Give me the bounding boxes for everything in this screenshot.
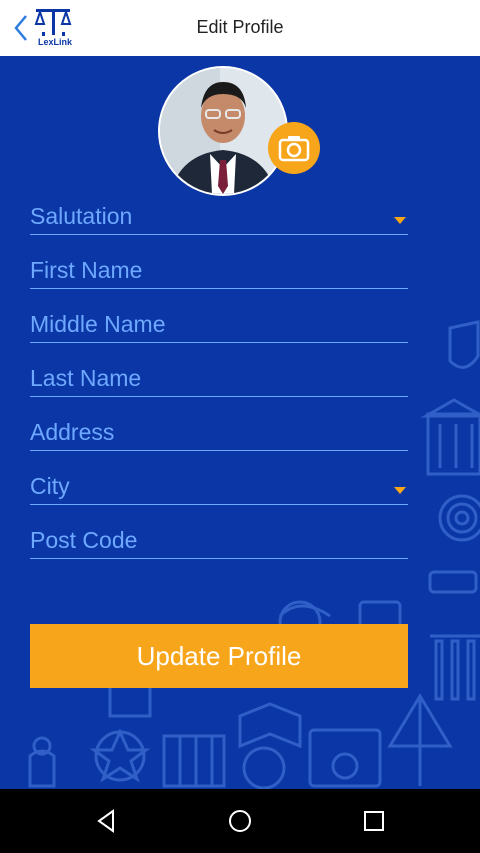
middle-name-placeholder: Middle Name	[30, 311, 166, 337]
middle-name-field[interactable]: Middle Name	[30, 306, 408, 343]
nav-back-icon[interactable]	[95, 809, 119, 833]
dropdown-caret-icon	[394, 487, 406, 494]
first-name-placeholder: First Name	[30, 257, 143, 283]
nav-home-icon[interactable]	[228, 809, 252, 833]
camera-icon	[278, 136, 310, 162]
last-name-placeholder: Last Name	[30, 365, 142, 391]
system-navigation-bar	[0, 789, 480, 853]
edit-profile-form-area: Salutation First Name Middle Name Last N…	[0, 56, 480, 789]
address-field[interactable]: Address	[30, 414, 408, 451]
nav-recents-icon[interactable]	[362, 809, 386, 833]
last-name-field[interactable]: Last Name	[30, 360, 408, 397]
first-name-field[interactable]: First Name	[30, 252, 408, 289]
city-select[interactable]: City	[30, 468, 408, 505]
dropdown-caret-icon	[394, 217, 406, 224]
app-header: LexLink Edit Profile	[0, 0, 480, 56]
post-code-field[interactable]: Post Code	[30, 522, 408, 559]
change-photo-button[interactable]	[268, 122, 320, 174]
post-code-placeholder: Post Code	[30, 527, 138, 553]
profile-avatar-section	[158, 66, 320, 196]
salutation-select[interactable]: Salutation	[30, 198, 408, 235]
address-placeholder: Address	[30, 419, 115, 445]
update-profile-button[interactable]: Update Profile	[30, 624, 408, 688]
salutation-placeholder: Salutation	[30, 203, 133, 229]
city-placeholder: City	[30, 473, 70, 499]
logo-text: LexLink	[38, 37, 73, 47]
page-title: Edit Profile	[196, 17, 284, 37]
